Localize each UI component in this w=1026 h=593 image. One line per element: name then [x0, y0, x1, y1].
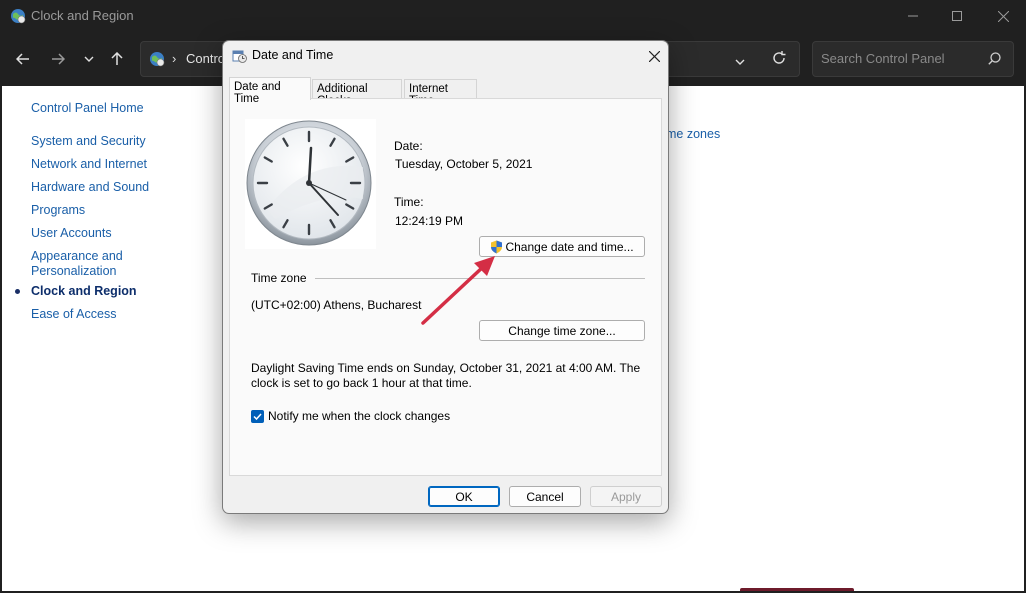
change-time-zone-label: Change time zone... — [508, 323, 616, 338]
dst-info-line-1: Daylight Saving Time ends on Sunday, Oct… — [251, 361, 641, 375]
time-zone-value: (UTC+02:00) Athens, Bucharest — [251, 298, 422, 312]
maximize-button[interactable] — [934, 0, 980, 32]
notify-checkbox[interactable] — [251, 410, 264, 423]
window-title: Clock and Region — [31, 8, 134, 23]
sidebar-item-clock-and-region[interactable]: Clock and Region — [31, 284, 137, 299]
analog-clock — [245, 119, 376, 249]
sidebar-item-appearance-and-personalization[interactable]: Appearance and Personalization — [31, 249, 131, 279]
apply-button[interactable]: Apply — [590, 486, 662, 507]
close-icon — [997, 10, 1009, 22]
refresh-icon — [773, 51, 786, 64]
back-arrow-icon — [16, 53, 29, 65]
date-value: Tuesday, October 5, 2021 — [395, 157, 533, 171]
cancel-button[interactable]: Cancel — [509, 486, 581, 507]
sidebar-item-network-and-internet[interactable]: Network and Internet — [31, 157, 147, 172]
search-placeholder: Search Control Panel — [821, 51, 945, 66]
sidebar-item-control-panel-home[interactable]: Control Panel Home — [31, 101, 144, 116]
apply-label: Apply — [610, 489, 642, 504]
control-panel-window: Clock and Region › Control Search Contro… — [0, 0, 1026, 593]
refresh-button[interactable] — [772, 51, 786, 70]
dst-info-line-2: clock is set to go back 1 hour at that t… — [251, 376, 472, 390]
minimize-button[interactable] — [890, 0, 936, 32]
dialog-title: Date and Time — [252, 48, 334, 62]
change-time-zone-button[interactable]: Change time zone... — [479, 320, 645, 341]
close-button[interactable] — [980, 0, 1026, 32]
taskbar-peek — [740, 588, 854, 591]
up-button[interactable] — [107, 49, 127, 69]
cancel-label: Cancel — [526, 489, 564, 504]
back-button[interactable] — [13, 49, 33, 69]
recent-locations-button[interactable] — [79, 49, 99, 69]
chevron-down-icon — [84, 56, 94, 62]
ok-button[interactable]: OK — [428, 486, 500, 507]
sidebar-item-hardware-and-sound[interactable]: Hardware and Sound — [31, 180, 149, 195]
dialog-close-button[interactable] — [643, 45, 665, 67]
tab-internet-time[interactable]: Internet Time — [404, 79, 477, 107]
checkmark-icon — [253, 413, 262, 421]
forward-button[interactable] — [48, 49, 68, 69]
current-item-bullet — [15, 289, 20, 294]
maximize-icon — [952, 11, 962, 21]
time-zones-link[interactable]: me zones — [666, 127, 720, 141]
date-time-icon — [232, 48, 247, 63]
ok-label: OK — [455, 489, 473, 504]
close-icon — [648, 50, 660, 62]
change-date-and-time-button[interactable]: Change date and time... — [479, 236, 645, 257]
breadcrumb-separator-icon: › — [172, 51, 177, 66]
title-bar: Clock and Region — [0, 0, 1026, 32]
forward-arrow-icon — [52, 53, 65, 65]
time-value: 12:24:19 PM — [395, 214, 464, 228]
sidebar-item-user-accounts[interactable]: User Accounts — [31, 226, 112, 241]
notify-label[interactable]: Notify me when the clock changes — [268, 409, 450, 423]
globe-clock-icon — [10, 8, 26, 24]
time-zone-heading: Time zone — [251, 271, 307, 285]
search-icon — [988, 52, 1001, 70]
minimize-icon — [908, 15, 918, 17]
sidebar-item-system-and-security[interactable]: System and Security — [31, 134, 146, 149]
sidebar-item-programs[interactable]: Programs — [31, 203, 85, 218]
address-dropdown-button[interactable] — [735, 52, 745, 70]
up-arrow-icon — [111, 52, 123, 65]
change-date-and-time-label: Change date and time... — [505, 239, 634, 254]
time-label: Time: — [394, 195, 424, 209]
tab-date-and-time[interactable]: Date and Time — [229, 77, 311, 105]
time-zone-divider — [315, 278, 645, 279]
sidebar-item-ease-of-access[interactable]: Ease of Access — [31, 307, 116, 322]
search-input[interactable]: Search Control Panel — [812, 41, 1014, 77]
uac-shield-icon — [491, 240, 503, 253]
date-label: Date: — [394, 139, 423, 153]
tab-additional-clocks[interactable]: Additional Clocks — [312, 79, 402, 107]
chevron-down-icon — [735, 59, 745, 65]
date-and-time-dialog: Date and Time Date and Time Additional C… — [222, 40, 669, 514]
globe-clock-icon — [149, 51, 165, 67]
tab-panel: Date: Tuesday, October 5, 2021 Time: 12:… — [229, 98, 662, 476]
